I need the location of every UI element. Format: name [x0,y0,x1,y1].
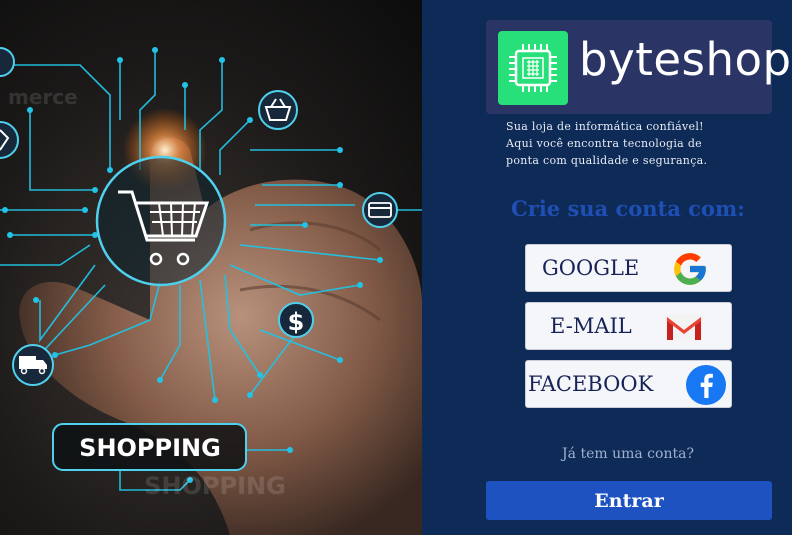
signup-panel: byteshop Sua loja de informática confiáv… [422,0,792,535]
truck-icon [12,344,54,386]
shopping-banner: SHOPPING [52,423,247,471]
chip-icon [498,31,568,105]
faded-text: merce [8,85,78,109]
shopping-label: SHOPPING [79,434,221,462]
google-signup-button[interactable]: GOOGLE [525,244,732,292]
login-prompt: Já tem uma conta? [562,446,694,462]
login-button[interactable]: Entrar [486,481,772,520]
signup-title: Crie sua conta com: [511,196,745,221]
brand-tagline: Sua loja de informática confiável! Aqui … [506,118,756,169]
google-button-label: GOOGLE [542,256,640,280]
google-icon [671,250,709,292]
tagline-line: ponta com qualidade e segurança. [506,154,708,167]
circuit-illustration: $ merce SHOPPING SHOPPING [0,47,422,535]
card-icon [362,192,398,228]
svg-text:$: $ [288,308,305,336]
gmail-icon [664,311,704,347]
dollar-icon: $ [278,302,314,338]
hero-image: $ merce SHOPPING SHOPPING [0,0,422,535]
facebook-signup-button[interactable]: FACEBOOK [525,360,732,408]
brand-name: byteshop [579,33,792,86]
tagline-line: Aqui você encontra tecnologia de [506,137,702,150]
facebook-icon [686,365,726,409]
tagline-line: Sua loja de informática confiável! [506,120,704,133]
cart-icon [95,155,227,287]
shopping-reflection: SHOPPING [144,472,286,500]
facebook-button-label: FACEBOOK [528,372,654,396]
brand-logo: byteshop [486,20,791,114]
email-signup-button[interactable]: E-MAIL [525,302,732,350]
basket-icon [258,90,298,130]
email-button-label: E-MAIL [550,314,632,338]
